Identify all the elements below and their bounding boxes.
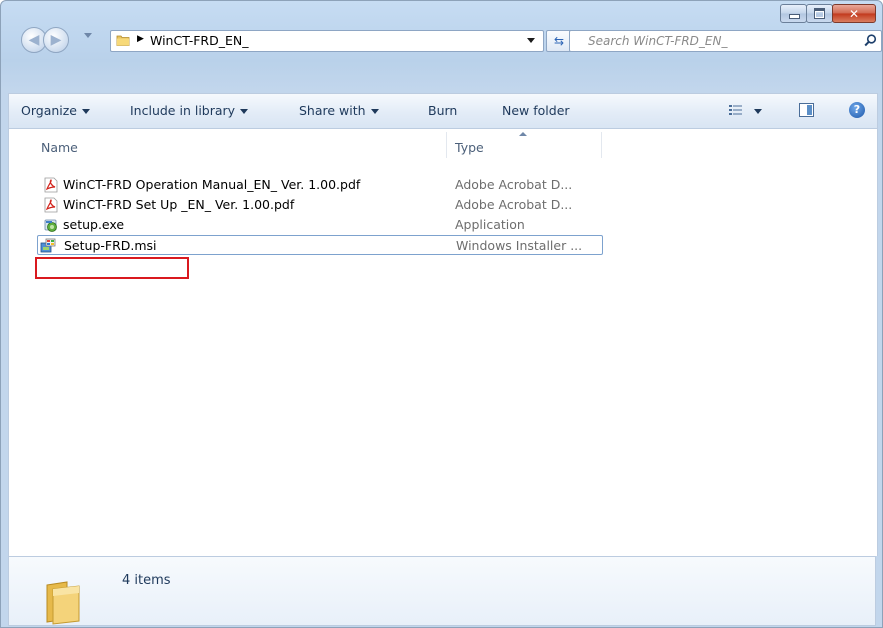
msi-installer-icon [40, 238, 56, 253]
include-in-library-label: Include in library [130, 103, 236, 118]
include-in-library-menu[interactable]: Include in library [130, 103, 249, 118]
address-history-dropdown[interactable] [527, 38, 535, 43]
explorer-window: ✕ ◀ ▶ ▶ WinCT-FRD_EN_ ⇆ Search WinCT-FRD… [0, 0, 883, 628]
view-options-dropdown[interactable] [754, 109, 762, 114]
column-header-type[interactable]: Type [455, 140, 484, 155]
column-header-row: Name Type [9, 129, 877, 159]
maximize-icon [814, 8, 825, 19]
search-placeholder[interactable]: Search WinCT-FRD_EN_ [588, 34, 727, 48]
file-list: Name Type WinCT-FRD Operation Manual_EN_… [8, 129, 878, 556]
list-item[interactable]: setup.exe Application [9, 215, 575, 235]
details-pane: 4 items [8, 556, 876, 626]
file-name: Setup-FRD.msi [64, 238, 157, 253]
command-bar: Organize Include in library Share with B… [8, 93, 878, 129]
search-box[interactable]: Search WinCT-FRD_EN_ [569, 30, 882, 52]
file-type: Windows Installer ... [456, 238, 583, 253]
caption-buttons: ✕ [780, 4, 876, 23]
chevron-down-icon [82, 109, 90, 114]
pdf-icon [44, 177, 58, 193]
address-bar[interactable]: ▶ WinCT-FRD_EN_ [110, 30, 544, 52]
annotation-highlight [35, 257, 189, 279]
minimize-icon [789, 14, 800, 19]
minimize-button[interactable] [780, 4, 807, 23]
column-divider[interactable] [446, 132, 447, 158]
chevron-down-icon [370, 109, 379, 114]
new-folder-button[interactable]: New folder [502, 103, 570, 118]
setup-exe-icon [44, 219, 57, 232]
file-type: Adobe Acrobat D... [455, 197, 573, 212]
close-icon: ✕ [848, 6, 860, 21]
share-with-label: Share with [299, 103, 366, 118]
folder-icon [46, 581, 80, 625]
column-header-name[interactable]: Name [41, 140, 78, 155]
column-divider[interactable] [601, 132, 602, 158]
file-name: WinCT-FRD Set Up _EN_ Ver. 1.00.pdf [63, 197, 295, 212]
search-icon[interactable] [864, 34, 877, 47]
file-type: Application [455, 217, 525, 232]
file-name: WinCT-FRD Operation Manual_EN_ Ver. 1.00… [63, 177, 361, 192]
breadcrumb-folder[interactable]: WinCT-FRD_EN_ [150, 33, 248, 48]
close-button[interactable]: ✕ [832, 4, 876, 23]
burn-button[interactable]: Burn [428, 103, 457, 118]
refresh-icon: ⇆ [553, 34, 565, 48]
maximize-button[interactable] [806, 4, 833, 23]
breadcrumb-separator-icon[interactable]: ▶ [137, 34, 144, 44]
pdf-icon [44, 197, 58, 213]
file-type: Adobe Acrobat D... [455, 177, 573, 192]
forward-button[interactable]: ▶ [43, 27, 69, 53]
preview-pane-icon[interactable] [799, 103, 814, 117]
list-item[interactable]: WinCT-FRD Operation Manual_EN_ Ver. 1.00… [9, 175, 575, 195]
share-with-menu[interactable]: Share with [299, 103, 379, 118]
list-item-selected[interactable]: Setup-FRD.msi Windows Installer ... [37, 235, 603, 255]
organize-label: Organize [21, 103, 77, 118]
recent-pages-dropdown[interactable] [84, 33, 92, 38]
sort-ascending-icon [519, 132, 527, 136]
list-item[interactable]: WinCT-FRD Set Up _EN_ Ver. 1.00.pdf Adob… [9, 195, 575, 215]
folder-icon [116, 35, 130, 46]
file-name: setup.exe [63, 217, 125, 232]
help-icon[interactable]: ? [849, 102, 865, 118]
chevron-down-icon [240, 109, 249, 114]
organize-menu[interactable]: Organize [21, 103, 90, 118]
navigation-bar: ◀ ▶ ▶ WinCT-FRD_EN_ ⇆ Search WinCT-FRD_E… [21, 25, 882, 55]
change-view-icon[interactable] [729, 105, 742, 115]
item-count: 4 items [122, 573, 171, 588]
